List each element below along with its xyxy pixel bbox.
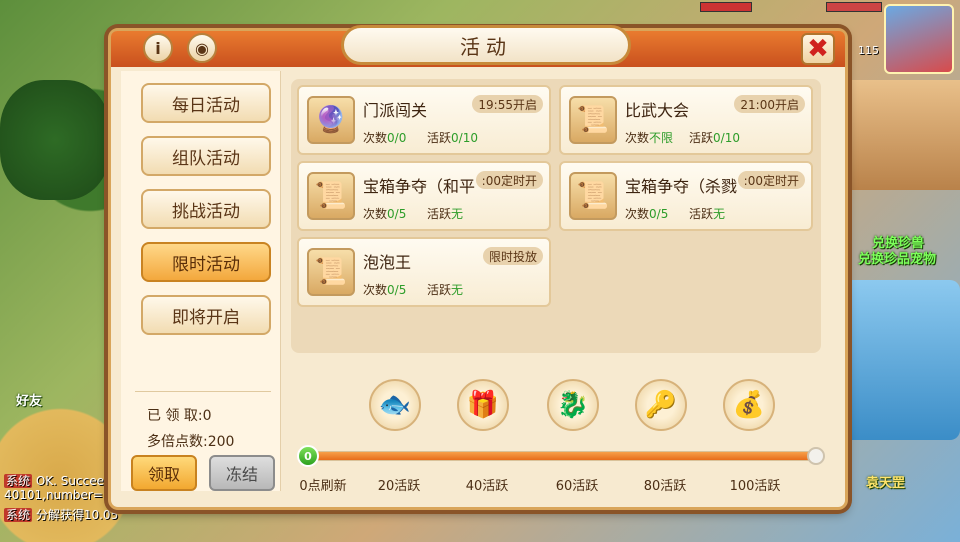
- treasure-bag-icon[interactable]: 💰: [723, 379, 775, 431]
- activity-progress-fill: [304, 452, 809, 460]
- tab-limited[interactable]: 限时活动: [141, 242, 271, 282]
- activity-active: 活跃无: [427, 283, 464, 297]
- claim-button[interactable]: 领取: [131, 455, 197, 491]
- activity-list: 🔮 门派闯关 19:55开启 次数0/0 活跃0/10 📜 比武大会 21:00…: [291, 79, 821, 353]
- progress-start-knob: 0: [297, 445, 319, 467]
- info-button[interactable]: i: [143, 33, 173, 63]
- milestone-label: 60活跃: [555, 479, 599, 494]
- chat-line-2: 40101,number=11: [4, 488, 118, 502]
- activity-time: 21:00开启: [734, 95, 805, 113]
- info-icon: i: [155, 38, 161, 58]
- chat-line-3: 系统 分解获得10.05: [4, 506, 118, 523]
- activity-active: 活跃0/10: [689, 131, 740, 145]
- category-sidebar: 每日活动 组队活动 挑战活动 限时活动 即将开启 已 领 取:0 多倍点数:20…: [121, 71, 281, 491]
- activity-active: 活跃0/10: [427, 131, 478, 145]
- purple-fish-icon[interactable]: 🐟: [369, 379, 421, 431]
- activity-card[interactable]: 🔮 门派闯关 19:55开启 次数0/0 活跃0/10: [297, 85, 551, 155]
- npc-exchange-subtitle[interactable]: 兑换珍品宠物: [858, 248, 936, 267]
- freeze-button[interactable]: 冻结: [209, 455, 275, 491]
- activity-card[interactable]: 📜 比武大会 21:00开启 次数不限 活跃0/10: [559, 85, 813, 155]
- activity-name: 宝箱争夺（和平: [363, 177, 476, 196]
- activity-name: 比武大会: [625, 101, 690, 120]
- milestone-label: 80活跃: [643, 479, 687, 494]
- milestone-label: 0点刷新: [299, 479, 347, 494]
- activity-name: 泡泡王: [363, 253, 412, 272]
- multiplier-points: 多倍点数:200: [147, 434, 235, 450]
- chat-line-1: 系统 OK. Succeed: [4, 472, 112, 489]
- page-title: 活动: [341, 25, 631, 65]
- key-icon[interactable]: 🔑: [635, 379, 687, 431]
- activity-progress-track: [303, 451, 815, 461]
- milestone-label: 20活跃: [377, 479, 421, 494]
- eye-icon: ◉: [195, 38, 209, 58]
- chat-text: 40101,number=11: [4, 488, 119, 502]
- tab-team[interactable]: 组队活动: [141, 136, 271, 176]
- activity-panel: i ◉ 活动 ✖ 每日活动 组队活动 挑战活动 限时活动 即将开启 已 领 取:…: [108, 25, 848, 510]
- crystal-ball-icon: 🔮: [307, 96, 355, 144]
- activity-name: 宝箱争夺（杀戮: [625, 177, 738, 196]
- chat-text: 分解获得10.05: [35, 508, 119, 522]
- tab-challenge[interactable]: 挑战活动: [141, 189, 271, 229]
- chat-text: OK. Succeed: [35, 474, 112, 488]
- activity-count: 次数0/0: [363, 131, 407, 145]
- scroll-icon: 📜: [569, 96, 617, 144]
- red-dragon-icon[interactable]: 🐉: [547, 379, 599, 431]
- treasure-scroll-icon: 📜: [307, 248, 355, 296]
- progress-end-knob: [807, 447, 825, 465]
- close-button[interactable]: ✖: [801, 33, 835, 65]
- activity-count: 次数0/5: [363, 283, 407, 297]
- tab-upcoming[interactable]: 即将开启: [141, 295, 271, 335]
- npc-yuantiangang[interactable]: 袁天罡: [866, 472, 905, 491]
- activity-count: 次数不限: [625, 131, 674, 145]
- activity-count: 次数0/5: [363, 207, 407, 221]
- gift-pile-icon[interactable]: 🎁: [457, 379, 509, 431]
- activity-card[interactable]: 📜 宝箱争夺（杀戮 :00定时开 次数0/5 活跃无: [559, 161, 813, 231]
- activity-name: 门派闯关: [363, 101, 428, 120]
- activity-time: :00定时开: [475, 171, 543, 189]
- close-icon: ✖: [807, 34, 829, 64]
- hp-bar: [700, 2, 752, 12]
- milestone-label: 40活跃: [465, 479, 509, 494]
- mp-bar: [826, 2, 882, 12]
- treasure-scroll-icon: 📜: [569, 172, 617, 220]
- tab-daily[interactable]: 每日活动: [141, 83, 271, 123]
- chat-tag: 系统: [4, 508, 33, 522]
- chat-tag: 系统: [4, 474, 33, 488]
- bg-pool: [830, 280, 960, 440]
- activity-card[interactable]: 📜 泡泡王 限时投放 次数0/5 活跃无: [297, 237, 551, 307]
- bg-building: [840, 80, 960, 190]
- bg-tree: [0, 80, 110, 200]
- activity-card[interactable]: 📜 宝箱争夺（和平 :00定时开 次数0/5 活跃无: [297, 161, 551, 231]
- activity-time: :00定时开: [737, 171, 805, 189]
- view-button[interactable]: ◉: [187, 33, 217, 63]
- divider: [135, 391, 271, 392]
- activity-count: 次数0/5: [625, 207, 669, 221]
- level-badge: 115: [858, 44, 879, 57]
- activity-active: 活跃无: [427, 207, 464, 221]
- activity-time: 19:55开启: [472, 95, 543, 113]
- claimed-count: 已 领 取:0: [147, 408, 212, 424]
- friend-label[interactable]: 好友: [16, 390, 42, 409]
- treasure-scroll-icon: 📜: [307, 172, 355, 220]
- milestone-label: 100活跃: [729, 479, 781, 494]
- activity-time: 限时投放: [482, 247, 543, 265]
- activity-active: 活跃无: [689, 207, 726, 221]
- player-avatar[interactable]: [884, 4, 954, 74]
